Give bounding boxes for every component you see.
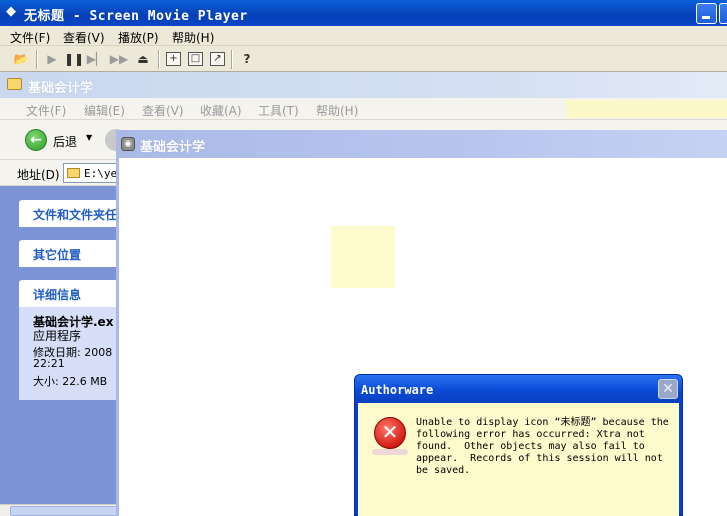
details-file-type: 应用程序 (33, 329, 82, 343)
explorer-title: 基础会计学 (28, 81, 94, 96)
address-label: 地址(D) (17, 168, 60, 182)
player-menu-bar: 文件(F) 查看(V) 播放(P) 帮助(H) (0, 26, 727, 46)
task-section-other-places[interactable]: 其它位置 (19, 240, 118, 267)
full-screen-icon[interactable]: □ (188, 52, 203, 66)
movie-placeholder-area (331, 226, 395, 288)
movie-title: 基础会计学 (140, 140, 206, 155)
restore-icon[interactable]: ↗ (210, 52, 225, 66)
back-arrow-icon[interactable]: ← (25, 129, 47, 151)
authorware-error-dialog: Authorware ✕ ✕ Unable to display icon “未… (354, 374, 683, 516)
explorer-menu-tools[interactable]: 工具(T) (258, 102, 299, 119)
details-modified-time: 22:21 (33, 357, 65, 370)
menu-play[interactable]: 播放(P) (118, 29, 159, 46)
dialog-title: Authorware (361, 383, 434, 397)
toolbar-separator (231, 50, 233, 69)
movie-title-bar[interactable]: ◉ 基础会计学 (116, 130, 727, 158)
menu-help[interactable]: 帮助(H) (172, 29, 214, 46)
details-size: 大小: 22.6 MB (33, 375, 108, 388)
movie-window-border (116, 158, 119, 516)
toolbar-separator (158, 50, 160, 69)
menu-file[interactable]: 文件(F) (10, 29, 50, 46)
open-folder-icon[interactable]: 📂 (11, 50, 31, 68)
explorer-menu-bar: 文件(F) 编辑(E) 查看(V) 收藏(A) 工具(T) 帮助(H) (0, 98, 727, 120)
highlight-strip (566, 100, 727, 118)
play-icon[interactable]: ▶ (42, 50, 62, 68)
dialog-title-bar[interactable]: Authorware ✕ (355, 375, 682, 403)
task-pane: 文件和文件夹任 其它位置 详细信息 基础会计学.ex 应用程序 修改日期: 20… (0, 186, 118, 504)
eject-icon[interactable]: ⏏ (133, 50, 153, 68)
folder-icon (67, 168, 80, 178)
address-input[interactable]: E:\ye (63, 163, 123, 183)
chevron-down-icon[interactable]: ▼ (86, 133, 92, 142)
explorer-menu-edit[interactable]: 编辑(E) (84, 102, 125, 119)
task-section-details[interactable]: 详细信息 (19, 280, 118, 307)
step-forward-icon[interactable]: ▶▏ (86, 50, 106, 68)
details-panel: 基础会计学.ex 应用程序 修改日期: 2008 22:21 大小: 22.6 … (19, 307, 118, 400)
folder-icon (7, 78, 22, 90)
diamond-arrows-icon: ◆ (6, 4, 16, 19)
task-section-file-folder[interactable]: 文件和文件夹任 (19, 200, 118, 227)
error-icon: ✕ (374, 417, 406, 449)
maximize-button[interactable] (719, 3, 727, 24)
player-title-bar[interactable]: ◆ 无标题 - Screen Movie Player (0, 0, 727, 26)
task-section-label: 详细信息 (33, 288, 82, 302)
menu-view[interactable]: 查看(V) (63, 29, 105, 46)
explorer-menu-view[interactable]: 查看(V) (142, 102, 184, 119)
explorer-menu-help[interactable]: 帮助(H) (316, 102, 358, 119)
back-button-label[interactable]: 后退 (53, 133, 77, 150)
dialog-message: Unable to display icon “未标题” because the… (416, 417, 669, 476)
toolbar-separator (36, 50, 38, 69)
authorware-app-icon: ◉ (121, 137, 135, 151)
address-value: E:\ye (84, 167, 118, 180)
error-icon-shadow (372, 449, 408, 455)
minimize-button[interactable] (696, 3, 717, 24)
player-title: 无标题 - Screen Movie Player (24, 9, 248, 24)
task-section-label: 其它位置 (33, 248, 82, 262)
dialog-body: ✕ Unable to display icon “未标题” because t… (358, 403, 679, 516)
close-button[interactable]: ✕ (658, 379, 678, 399)
explorer-menu-favorites[interactable]: 收藏(A) (200, 102, 242, 119)
fit-window-icon[interactable]: + (166, 52, 181, 66)
player-toolbar: 📂 ▶ ❚❚ ▶▏ ▶▶ ⏏ + □ ↗ ? (0, 47, 727, 72)
help-icon[interactable]: ? (237, 50, 257, 68)
task-section-label: 文件和文件夹任 (33, 208, 118, 222)
explorer-title-bar[interactable]: 基础会计学 (0, 72, 727, 98)
explorer-menu-file[interactable]: 文件(F) (26, 102, 66, 119)
fast-forward-icon[interactable]: ▶▶ (109, 50, 129, 68)
pause-icon[interactable]: ❚❚ (64, 50, 84, 68)
